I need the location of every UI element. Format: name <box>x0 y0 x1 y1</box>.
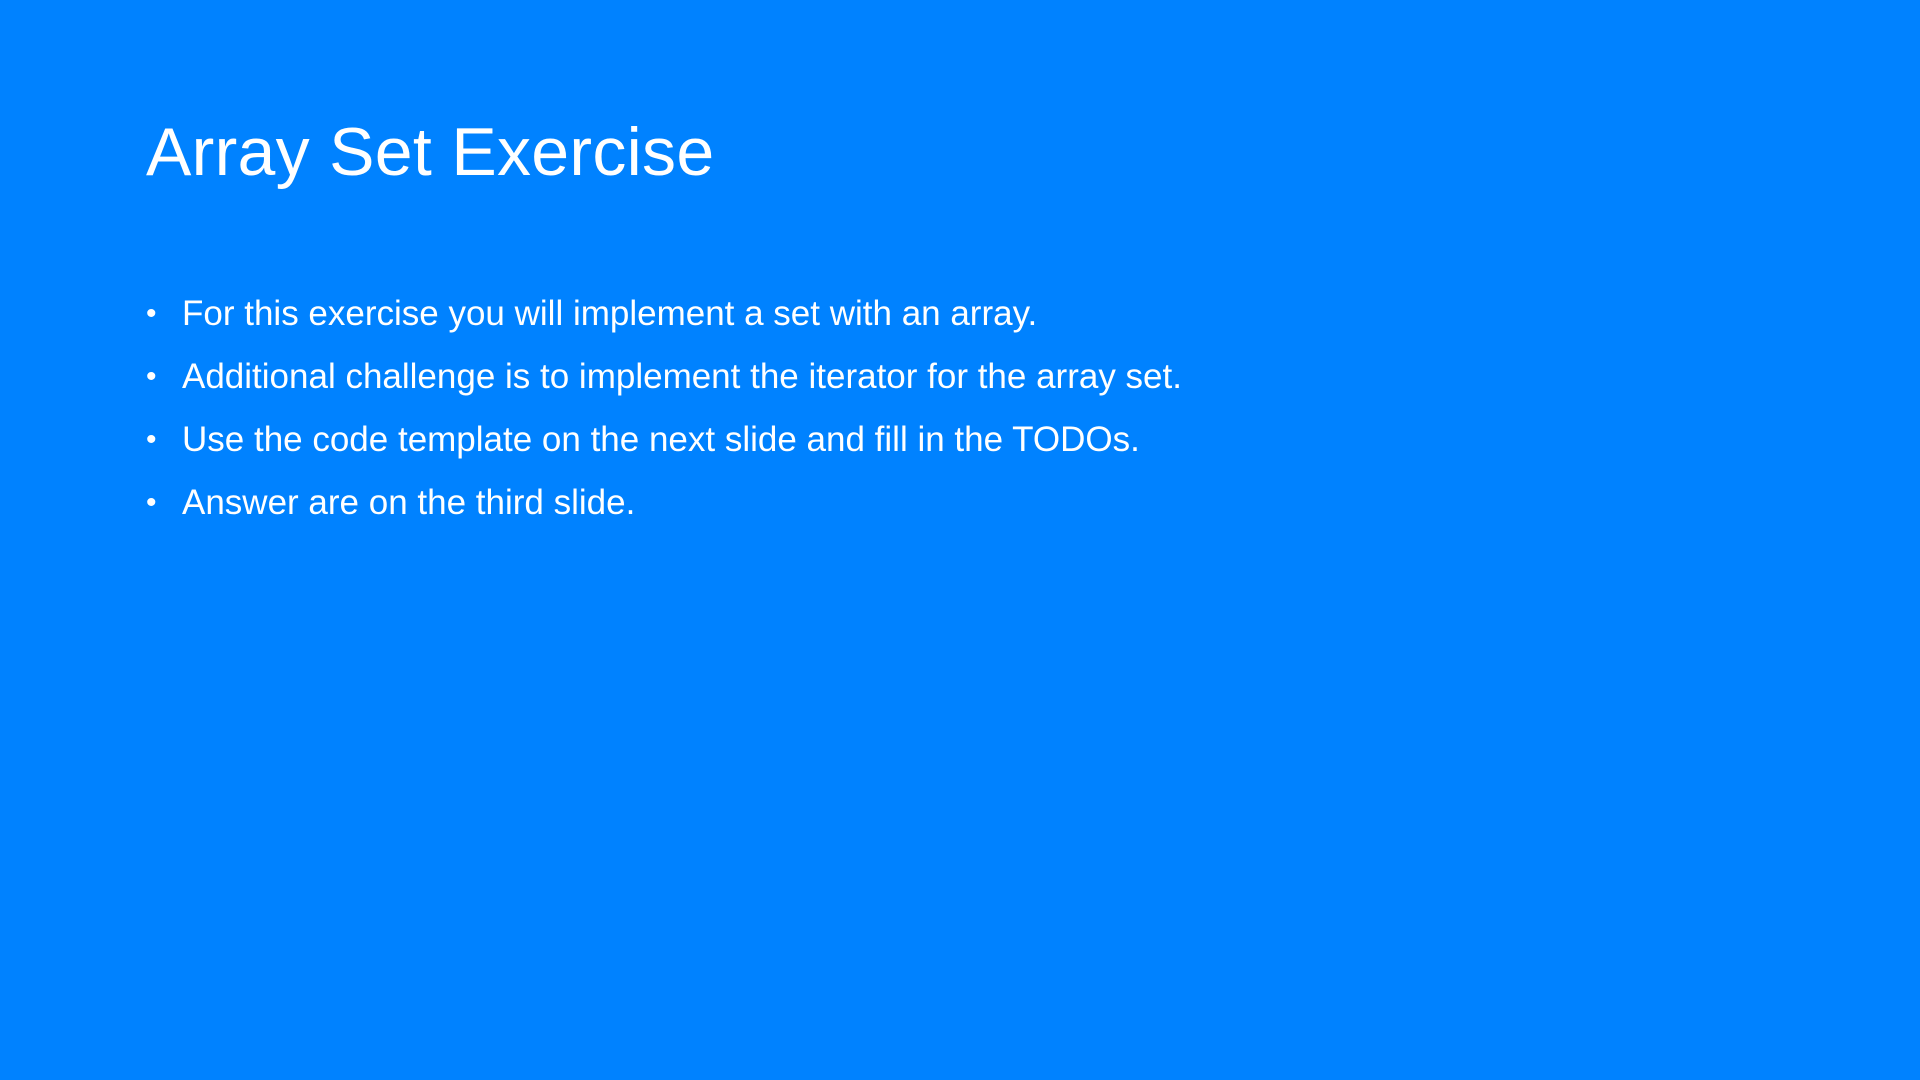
bullet-text: Use the code template on the next slide … <box>182 420 1140 459</box>
bullet-item: • Answer are on the third slide. <box>146 479 1182 526</box>
bullet-icon: • <box>146 423 157 456</box>
bullet-text: Additional challenge is to implement the… <box>182 357 1182 396</box>
bullet-text: Answer are on the third slide. <box>182 483 636 522</box>
slide-title: Array Set Exercise <box>146 114 715 190</box>
bullet-item: • For this exercise you will implement a… <box>146 290 1182 337</box>
bullet-text: For this exercise you will implement a s… <box>182 294 1038 333</box>
bullet-icon: • <box>146 360 157 393</box>
slide: Array Set Exercise • For this exercise y… <box>0 0 1920 1080</box>
bullet-icon: • <box>146 486 157 519</box>
bullet-item: • Use the code template on the next slid… <box>146 416 1182 463</box>
bullet-icon: • <box>146 297 157 330</box>
bullet-item: • Additional challenge is to implement t… <box>146 353 1182 400</box>
bullet-list: • For this exercise you will implement a… <box>146 290 1182 542</box>
